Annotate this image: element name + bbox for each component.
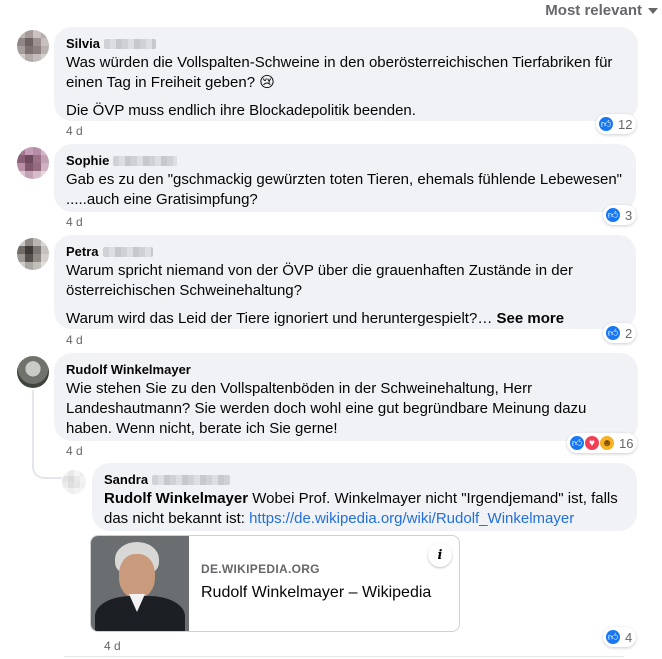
comment-paragraph: Warum spricht niemand von der ÖVP über d… bbox=[66, 262, 573, 299]
care-reaction-icon: ☻ bbox=[599, 435, 615, 451]
avatar[interactable] bbox=[62, 470, 86, 494]
comment-bubble: Silvia Was würden die Vollspalten-Schwei… bbox=[54, 27, 638, 121]
reply-bubble: Sandra Rudolf Winkelmayer Wobei Prof. Wi… bbox=[92, 463, 637, 531]
see-more-link[interactable]: See more bbox=[497, 310, 565, 327]
comment-author[interactable]: Sophie bbox=[66, 152, 624, 169]
reaction-count: 16 bbox=[619, 435, 634, 451]
avatar[interactable] bbox=[17, 356, 49, 388]
author-name[interactable]: Sophie bbox=[66, 152, 109, 169]
redacted-surname bbox=[113, 155, 178, 166]
link-preview-title: Rudolf Winkelmayer – Wikipedia bbox=[201, 584, 432, 601]
comment-bubble: Petra Warum spricht niemand von der ÖVP … bbox=[54, 235, 636, 329]
comment-author[interactable]: Sandra bbox=[104, 471, 625, 488]
comment-paragraph: Die ÖVP muss endlich ihre Blockadepoliti… bbox=[66, 102, 416, 119]
reaction-count: 3 bbox=[625, 207, 633, 223]
link-preview-thumbnail bbox=[91, 536, 189, 631]
reaction-count: 4 bbox=[625, 629, 633, 645]
redacted-surname bbox=[103, 38, 156, 49]
reply-text: Rudolf Winkelmayer Wobei Prof. Winkelmay… bbox=[104, 489, 625, 529]
comment-paragraph: Warum wird das Leid der Tiere ignoriert … bbox=[66, 309, 624, 329]
comment-timestamp[interactable]: 4 d bbox=[66, 333, 83, 347]
reaction-count: 12 bbox=[618, 116, 633, 132]
thread-connector bbox=[32, 455, 62, 479]
like-reaction-icon: 👍︎ bbox=[598, 116, 614, 132]
comment-paragraph: Was würden die Vollspalten-Schweine in d… bbox=[66, 54, 613, 91]
reaction-summary[interactable]: 👍︎ 12 bbox=[596, 114, 637, 134]
love-reaction-icon: ♥ bbox=[584, 435, 600, 451]
redacted-surname bbox=[102, 246, 153, 257]
reaction-summary[interactable]: 👍︎ 2 bbox=[603, 323, 637, 343]
comment-author[interactable]: Petra bbox=[66, 243, 624, 260]
like-reaction-icon: 👍︎ bbox=[569, 435, 585, 451]
author-name[interactable]: Rudolf Winkelmayer bbox=[66, 361, 191, 378]
avatar[interactable] bbox=[17, 238, 49, 270]
link-preview-info: DE.WIKIPEDIA.ORG Rudolf Winkelmayer – Wi… bbox=[189, 536, 459, 631]
url-link[interactable]: https://de.wikipedia.org/wiki/Rudolf_Win… bbox=[249, 510, 574, 527]
author-name[interactable]: Silvia bbox=[66, 35, 100, 52]
comment-text: Wie stehen Sie zu den Vollspaltenböden i… bbox=[66, 379, 626, 439]
comment-text: Was würden die Vollspalten-Schweine in d… bbox=[66, 53, 626, 121]
reaction-summary[interactable]: 👍︎ 3 bbox=[603, 205, 637, 225]
sort-label: Most relevant bbox=[545, 1, 642, 19]
sort-dropdown[interactable]: Most relevant bbox=[545, 0, 658, 20]
avatar[interactable] bbox=[17, 30, 49, 62]
comment-bubble: Rudolf Winkelmayer Wie stehen Sie zu den… bbox=[54, 353, 638, 441]
redacted-surname bbox=[152, 474, 231, 485]
comment-author[interactable]: Silvia bbox=[66, 35, 626, 52]
comment-timestamp[interactable]: 4 d bbox=[104, 639, 121, 653]
comment-text: Gab es zu den "gschmackig gewürzten tote… bbox=[66, 170, 624, 210]
divider bbox=[64, 656, 624, 657]
link-preview-domain: DE.WIKIPEDIA.ORG bbox=[201, 562, 320, 576]
link-preview-card[interactable]: DE.WIKIPEDIA.ORG Rudolf Winkelmayer – Wi… bbox=[90, 535, 460, 632]
reaction-summary[interactable]: 👍︎ 4 bbox=[603, 627, 637, 647]
comment-timestamp[interactable]: 4 d bbox=[66, 444, 83, 458]
like-reaction-icon: 👍︎ bbox=[605, 629, 621, 645]
info-icon[interactable]: i bbox=[428, 543, 452, 567]
author-name[interactable]: Petra bbox=[66, 243, 99, 260]
comment-timestamp[interactable]: 4 d bbox=[66, 215, 83, 229]
caret-down-icon bbox=[648, 8, 658, 14]
reaction-summary[interactable]: 👍︎ ♥ ☻ 16 bbox=[567, 433, 638, 453]
comment-timestamp[interactable]: 4 d bbox=[66, 124, 83, 138]
comment-paragraph: Gab es zu den "gschmackig gewürzten tote… bbox=[66, 171, 622, 208]
comment-paragraph: Rudolf Winkelmayer Wobei Prof. Winkelmay… bbox=[104, 489, 625, 529]
mention-link[interactable]: Rudolf Winkelmayer bbox=[104, 490, 248, 507]
reaction-count: 2 bbox=[625, 325, 633, 341]
comment-paragraph: Wie stehen Sie zu den Vollspaltenböden i… bbox=[66, 380, 587, 437]
comment-paragraph-text: Warum wird das Leid der Tiere ignoriert … bbox=[66, 310, 493, 327]
author-name[interactable]: Sandra bbox=[104, 471, 148, 488]
avatar[interactable] bbox=[17, 147, 49, 179]
thread-connector bbox=[32, 390, 34, 460]
like-reaction-icon: 👍︎ bbox=[605, 325, 621, 341]
like-reaction-icon: 👍︎ bbox=[605, 207, 621, 223]
comment-author[interactable]: Rudolf Winkelmayer bbox=[66, 361, 626, 378]
comment-bubble: Sophie Gab es zu den "gschmackig gewürzt… bbox=[54, 144, 636, 212]
comment-text: Warum spricht niemand von der ÖVP über d… bbox=[66, 261, 624, 329]
